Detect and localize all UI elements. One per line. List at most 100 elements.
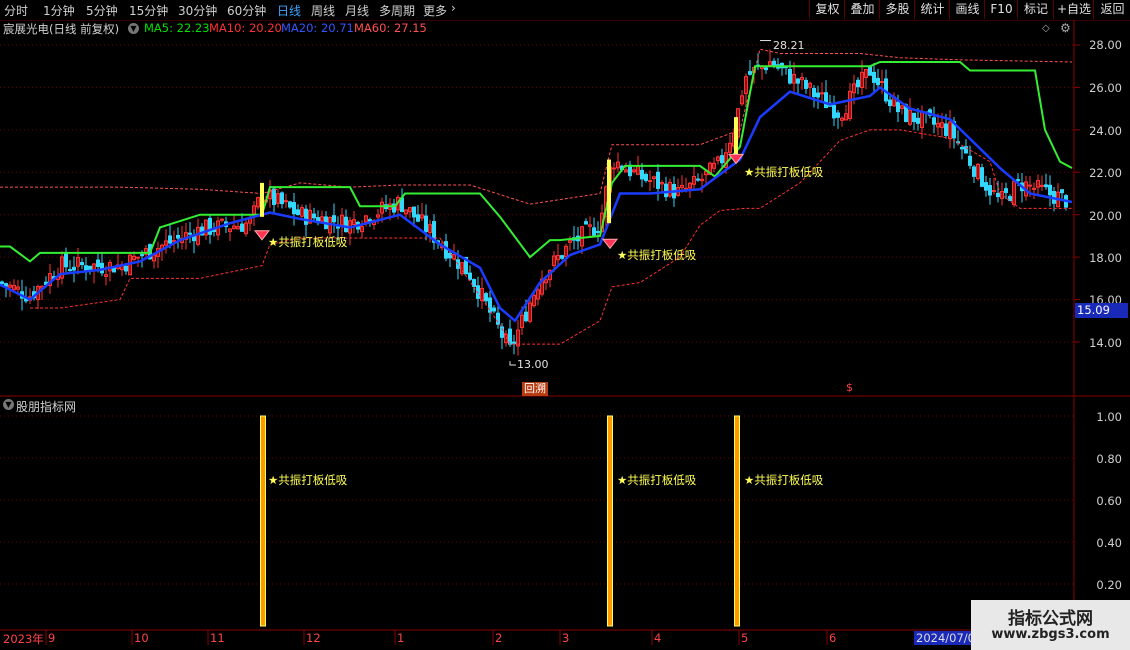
candle-body [944,123,948,136]
candle-body [836,112,840,118]
breakout-candle [607,159,611,224]
ma5-band-line [0,60,1073,263]
date-label: 11 [210,631,225,645]
candle-body [1060,189,1064,194]
indicator-title: 股朋指标网 [16,400,77,414]
indicator-bar [607,415,613,627]
candle-body [336,226,340,229]
upper-band-line [0,48,1073,205]
candle-body [272,188,276,205]
indicator-signal-label: ★共振打板低吸 [268,473,348,487]
candle-body [820,92,824,95]
candle-body [240,223,244,232]
candle-body [644,173,648,181]
candle-body [412,206,416,218]
candle-body [960,146,964,150]
date-label: 12 [306,631,321,645]
candle-body [288,201,292,208]
kline-chart[interactable] [0,0,1130,650]
indicator-tick: 0.40 [1096,536,1122,550]
candle-body [696,178,700,181]
candle-body [968,155,972,166]
date-label: 9 [48,631,56,645]
date-label: 3 [562,631,570,645]
candle-body [888,99,892,106]
candle-body [980,167,984,187]
candle-body [64,252,68,268]
candle-body [804,79,808,89]
candle-body [140,254,144,257]
indicator-bar [260,415,266,627]
signal-label: ★共振打板低吸 [268,235,348,249]
price-tick: 14.00 [1089,336,1122,350]
candle-body [764,67,768,71]
candle-body [96,259,100,267]
candle-body [176,234,180,239]
candle-body [1048,184,1052,196]
watermark-url: www.zbgs3.com [991,627,1110,642]
candle-body [912,112,916,123]
candle-body [292,202,296,215]
candle-body [484,293,488,302]
gem-signal-icon [253,230,271,241]
candle-body [796,78,800,84]
candle-body [592,227,596,236]
candle-body [332,215,336,223]
price-tick: 18.00 [1089,251,1122,265]
candle-body [88,265,92,271]
candle-body [720,155,724,164]
high-price-label: 28.21 [773,39,805,52]
candle-body [524,311,528,322]
indicator-bar [734,415,740,627]
watermark-logo: 指标公式网 www.zbgs3.com [971,600,1130,650]
indicator-tick: 0.60 [1096,494,1122,508]
date-label: 4 [654,631,662,645]
candle-body [188,232,192,235]
candle-body [816,92,820,98]
candle-body [656,171,660,189]
price-tick: 28.00 [1089,38,1122,52]
chevron-down-icon[interactable]: ▼ [3,399,14,410]
candle-body [648,180,652,183]
date-label: 2 [495,631,503,645]
candle-body [208,217,212,235]
candle-body [1004,188,1008,193]
candle-body [664,183,668,198]
candle-body [496,312,500,325]
price-tick: 24.00 [1089,124,1122,138]
date-label: 5 [741,631,749,645]
low-price-label: 13.00 [517,358,549,371]
dollar-marker[interactable]: $ [846,381,853,394]
candle-body [612,167,616,170]
watermark-title: 指标公式网 [1008,609,1093,629]
candle-body [0,281,4,285]
candle-body [424,215,428,233]
candle-body [1032,187,1036,190]
signal-label: ★共振打板低吸 [617,248,697,262]
huiji-marker[interactable]: 回溯 [522,382,548,396]
candle-body [584,221,588,225]
candle-body [824,92,828,109]
candle-body [280,192,284,205]
candle-body [472,279,476,287]
candle-body [68,269,72,272]
candle-body [880,81,884,84]
date-label: 2023年 [3,632,44,646]
candle-body [748,71,752,75]
candle-body [788,69,792,84]
candle-body [468,272,472,280]
candle-body [596,230,600,233]
candle-body [832,104,836,119]
candle-body [1028,184,1032,187]
candle-body [296,209,300,216]
candle-body [876,77,880,86]
candle-body [916,117,920,124]
current-price-tag: 15.09 [1075,303,1128,318]
candle-body [72,266,76,271]
candle-body [1044,184,1048,188]
breakout-candle [260,182,264,217]
candle-body [868,66,872,76]
candle-body [168,235,172,244]
indicator-tick: 0.20 [1096,578,1122,592]
indicator-tick: 1.00 [1096,410,1122,424]
